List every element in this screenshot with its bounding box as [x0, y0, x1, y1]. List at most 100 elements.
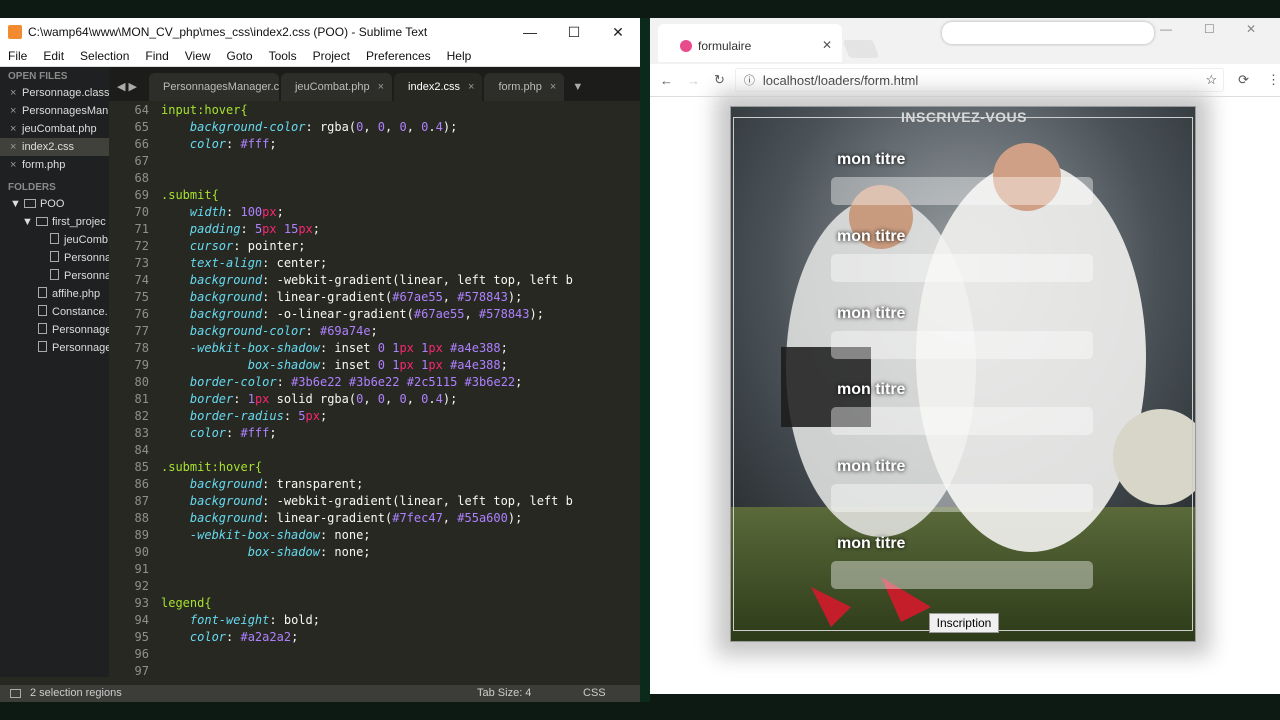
menu-find[interactable]: Find — [137, 49, 176, 63]
expand-arrow-icon[interactable]: ▼ — [10, 198, 24, 210]
status-tab-size[interactable]: Tab Size: 4 — [477, 685, 531, 702]
close-icon[interactable]: × — [10, 156, 22, 174]
menu-dots-icon[interactable]: ⋮ — [1267, 72, 1280, 88]
reload-icon[interactable]: ↻ — [714, 72, 725, 88]
menu-goto[interactable]: Goto — [219, 49, 261, 63]
close-icon[interactable]: × — [10, 120, 22, 138]
close-icon[interactable]: × — [468, 81, 474, 93]
tab-personnagesmanager[interactable]: PersonnagesManager.clas — [148, 73, 279, 101]
sync-icon[interactable]: ⟳ — [1238, 72, 1249, 88]
code-line[interactable]: border-color: #3b6e22 #3b6e22 #2c5115 #3… — [161, 375, 522, 389]
code-line[interactable]: color: #a2a2a2; — [161, 630, 298, 644]
code-line[interactable]: .submit{ — [161, 188, 219, 202]
menu-project[interactable]: Project — [305, 49, 358, 63]
close-icon[interactable]: × — [378, 81, 384, 93]
minimize-button[interactable]: — — [508, 24, 552, 40]
open-file-item-active[interactable]: × index2.css — [0, 138, 109, 156]
address-bar[interactable]: ⓘ localhost/loaders/form.html ☆ — [734, 68, 1225, 92]
file-icon — [38, 305, 47, 316]
browser-close-button[interactable]: ✕ — [1246, 22, 1256, 36]
file-item[interactable]: Personnage — [0, 321, 109, 339]
code-editor[interactable]: 64 input:hover{65 background-color: rgba(… — [109, 101, 640, 677]
file-item[interactable]: Constance. — [0, 303, 109, 321]
code-line[interactable]: width: 100px; — [161, 205, 284, 219]
open-files-header: OPEN FILES — [8, 71, 68, 82]
text-input[interactable] — [831, 254, 1093, 282]
code-line[interactable]: background: transparent; — [161, 477, 363, 491]
code-line[interactable]: text-align: center; — [161, 256, 327, 270]
code-line[interactable]: background: -o-linear-gradient(#67ae55, … — [161, 307, 544, 321]
tab-jeucombat[interactable]: jeuCombat.php × — [280, 73, 393, 101]
code-line[interactable]: legend{ — [161, 596, 212, 610]
text-input[interactable] — [831, 561, 1093, 589]
code-line[interactable]: font-weight: bold; — [161, 613, 320, 627]
browser-minimize-button[interactable]: — — [1160, 22, 1172, 36]
code-line[interactable]: background: -webkit-gradient(linear, lef… — [161, 273, 573, 287]
menu-preferences[interactable]: Preferences — [358, 49, 439, 63]
file-item[interactable]: Personna — [0, 267, 109, 285]
tab-nav-arrows[interactable]: ◀ ▶ — [109, 80, 149, 101]
code-line[interactable]: -webkit-box-shadow: none; — [161, 528, 371, 542]
code-line[interactable]: box-shadow: none; — [161, 545, 371, 559]
code-line[interactable]: background-color: rgba(0, 0, 0, 0.4); — [161, 120, 457, 134]
code-line[interactable]: background: linear-gradient(#7fec47, #55… — [161, 511, 522, 525]
code-line[interactable]: padding: 5px 15px; — [161, 222, 320, 236]
close-icon[interactable]: × — [10, 102, 22, 120]
menu-help[interactable]: Help — [439, 49, 480, 63]
code-line[interactable]: background: linear-gradient(#67ae55, #57… — [161, 290, 522, 304]
file-item[interactable]: Personna — [0, 249, 109, 267]
folder-item[interactable]: ▼ first_projec — [0, 213, 109, 231]
close-icon[interactable]: × — [10, 84, 22, 102]
open-file-item[interactable]: × Personnage.class — [0, 84, 109, 102]
close-button[interactable]: ✕ — [596, 24, 640, 41]
menu-view[interactable]: View — [177, 49, 219, 63]
status-panel-icon[interactable] — [10, 689, 21, 698]
tab-dropdown-icon[interactable]: ▼ — [566, 81, 583, 101]
text-input[interactable] — [831, 331, 1093, 359]
file-item[interactable]: affihe.php — [0, 285, 109, 303]
code-line[interactable]: background: -webkit-gradient(linear, lef… — [161, 494, 573, 508]
expand-arrow-icon[interactable]: ▼ — [22, 216, 36, 228]
code-line[interactable]: color: #fff; — [161, 426, 277, 440]
line-number: 68 — [134, 171, 149, 185]
open-file-item[interactable]: × form.php — [0, 156, 109, 174]
open-file-item[interactable]: × jeuCombat.php — [0, 120, 109, 138]
menu-selection[interactable]: Selection — [72, 49, 137, 63]
code-line[interactable]: background-color: #69a74e; — [161, 324, 378, 338]
file-item[interactable]: Personnage — [0, 339, 109, 357]
inscription-submit-button[interactable]: Inscription — [929, 613, 999, 633]
back-icon[interactable]: ← — [660, 73, 673, 88]
folder-item[interactable]: ▼ POO — [0, 195, 109, 213]
url-text[interactable]: localhost/loaders/form.html — [763, 73, 1206, 88]
close-tab-icon[interactable]: ✕ — [822, 38, 832, 52]
code-line[interactable]: color: #fff; — [161, 137, 277, 151]
close-icon[interactable]: × — [550, 81, 556, 93]
extensions-tray[interactable] — [942, 22, 1154, 44]
code-line[interactable]: -webkit-box-shadow: inset 0 1px 1px #a4e… — [161, 341, 508, 355]
tab-index2-css[interactable]: index2.css × — [394, 73, 483, 101]
browser-tab[interactable]: formulaire ✕ — [658, 24, 842, 62]
text-input[interactable] — [831, 407, 1093, 435]
open-file-item[interactable]: × PersonnagesMan — [0, 102, 109, 120]
code-line[interactable]: box-shadow: inset 0 1px 1px #a4e388; — [161, 358, 508, 372]
maximize-button[interactable]: ☐ — [552, 24, 596, 41]
code-line[interactable]: border: 1px solid rgba(0, 0, 0, 0.4); — [161, 392, 457, 406]
menu-edit[interactable]: Edit — [35, 49, 72, 63]
tab-form-php[interactable]: form.php × — [484, 73, 565, 101]
status-syntax[interactable]: CSS — [583, 685, 606, 702]
info-icon[interactable]: ⓘ — [744, 72, 755, 88]
text-input[interactable] — [831, 177, 1093, 205]
code-line[interactable]: input:hover{ — [161, 103, 248, 117]
menu-file[interactable]: File — [0, 49, 35, 63]
text-input[interactable] — [831, 484, 1093, 512]
bookmark-star-icon[interactable]: ☆ — [1205, 72, 1217, 88]
menu-tools[interactable]: Tools — [261, 49, 305, 63]
new-tab-button[interactable] — [842, 40, 880, 58]
file-item[interactable]: jeuComb — [0, 231, 109, 249]
close-icon[interactable]: × — [10, 138, 22, 156]
code-line[interactable]: .submit:hover{ — [161, 460, 262, 474]
code-line[interactable]: border-radius: 5px; — [161, 409, 327, 423]
forward-icon[interactable]: → — [687, 73, 700, 88]
browser-maximize-button[interactable]: ☐ — [1204, 22, 1215, 36]
code-line[interactable]: cursor: pointer; — [161, 239, 306, 253]
